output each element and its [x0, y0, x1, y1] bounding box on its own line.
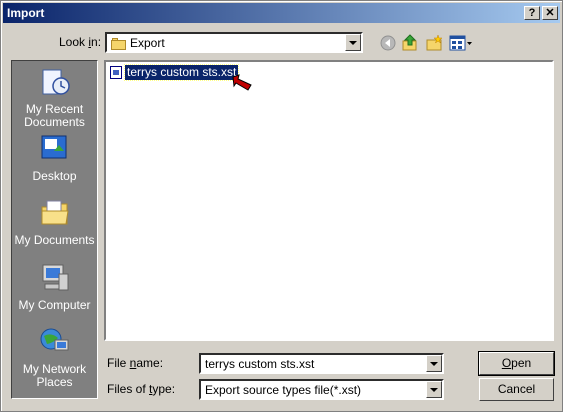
files-of-type-dropdown-button[interactable] — [426, 381, 442, 398]
close-button[interactable]: ✕ — [542, 6, 558, 20]
place-my-network-places[interactable]: My Network Places — [12, 326, 97, 389]
network-places-icon — [40, 328, 68, 351]
place-my-computer[interactable]: My Computer — [12, 262, 97, 312]
file-name-value[interactable]: terrys custom sts.xst — [205, 357, 314, 371]
recent-documents-icon — [42, 69, 70, 95]
open-button[interactable]: Open — [478, 351, 555, 376]
desktop-icon — [41, 135, 66, 159]
look-in-dropdown-button[interactable] — [345, 34, 361, 51]
views-menu-icon[interactable] — [449, 34, 473, 52]
back-icon[interactable] — [379, 34, 397, 52]
files-of-type-label: Files of type: — [107, 382, 176, 396]
place-my-recent-documents[interactable]: My Recent Documents — [12, 66, 97, 129]
place-label: Desktop — [32, 169, 77, 183]
look-in-label: Look in: — [59, 35, 102, 49]
my-computer-icon — [42, 264, 68, 291]
file-name-dropdown-button[interactable] — [426, 355, 442, 372]
new-folder-icon[interactable] — [425, 34, 443, 52]
file-item-name: terrys custom sts.xst — [123, 64, 240, 81]
cancel-button[interactable]: Cancel — [479, 378, 554, 401]
look-in-value: Export — [130, 36, 165, 50]
place-label: My Network Places — [22, 362, 87, 389]
place-label: My Documents — [14, 233, 95, 247]
files-of-type-value: Export source types file(*.xst) — [205, 383, 362, 397]
dialog-title: Import — [7, 6, 45, 20]
file-name-field[interactable]: terrys custom sts.xst — [199, 353, 444, 374]
look-in-dropdown[interactable]: Export — [105, 32, 363, 53]
files-of-type-dropdown[interactable]: Export source types file(*.xst) — [199, 379, 444, 400]
chevron-down-icon — [430, 388, 438, 392]
place-my-documents[interactable]: My Documents — [12, 197, 97, 247]
mouse-cursor-icon — [232, 74, 252, 91]
help-button[interactable]: ? — [524, 6, 540, 20]
file-list[interactable]: terrys custom sts.xst — [104, 60, 554, 341]
file-icon — [110, 66, 122, 79]
import-dialog: Import ? ✕ Look in: Export My Recent Doc… — [0, 0, 563, 412]
folder-icon — [111, 37, 127, 50]
places-bar: My Recent Documents Desktop My Documents — [11, 60, 98, 399]
title-bar[interactable]: Import ? ✕ — [3, 3, 560, 23]
place-label: My Recent Documents — [24, 102, 85, 129]
chevron-down-icon — [349, 41, 357, 45]
my-documents-icon — [41, 200, 69, 225]
file-name-label: File name: — [107, 356, 164, 370]
chevron-down-icon — [430, 362, 438, 366]
place-label: My Computer — [18, 298, 91, 312]
place-desktop[interactable]: Desktop — [12, 133, 97, 183]
up-folder-icon[interactable] — [401, 34, 419, 52]
